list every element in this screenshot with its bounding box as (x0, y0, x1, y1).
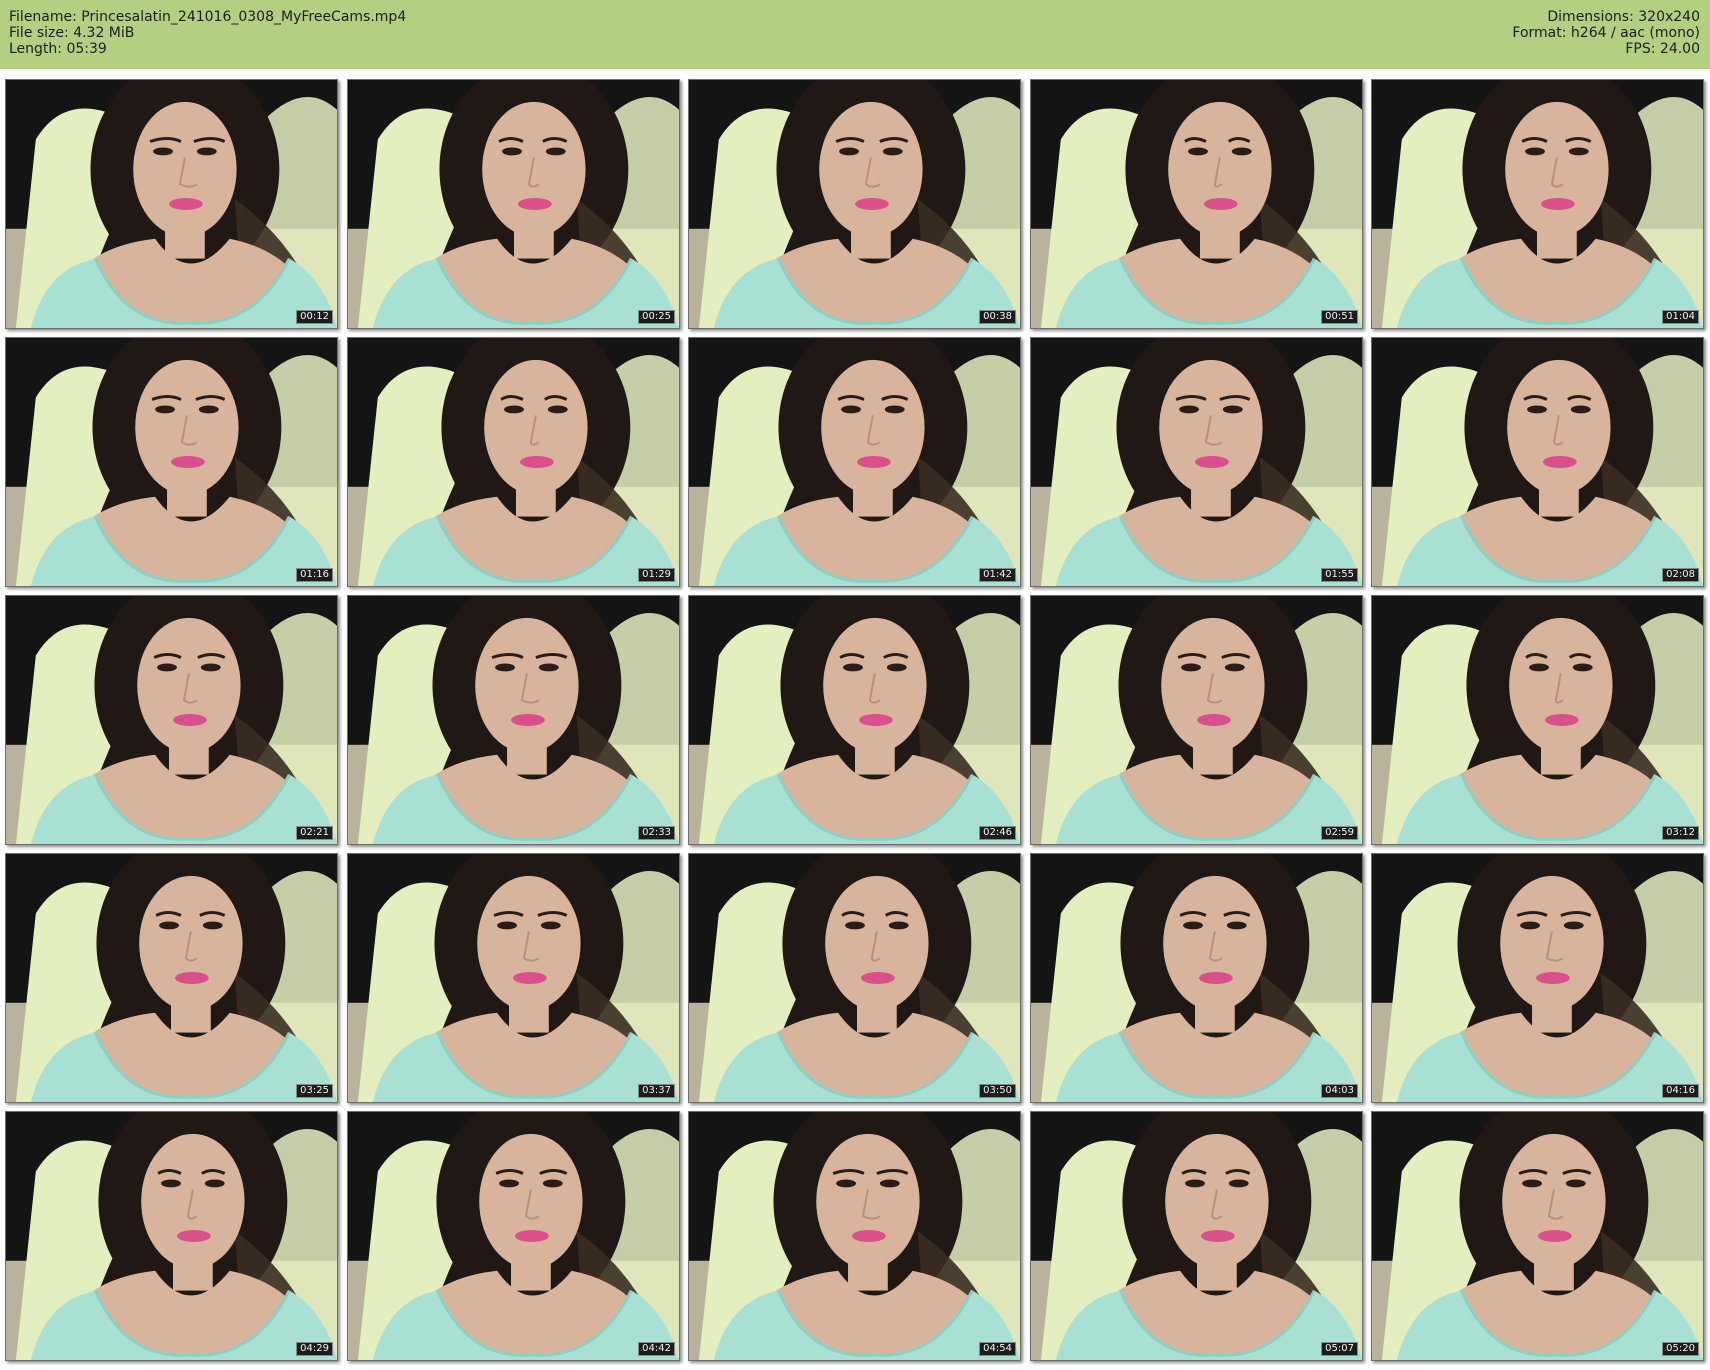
timestamp-badge: 00:51 (1321, 310, 1358, 324)
filesize-label: File size: 4.32 MiB (9, 25, 135, 41)
frame-image (1031, 854, 1362, 1102)
timestamp-badge: 01:16 (296, 568, 333, 582)
video-thumbnail: 01:42 (688, 337, 1021, 587)
video-thumbnail: 02:59 (1030, 595, 1363, 845)
frame-image (1372, 338, 1703, 586)
timestamp-badge: 04:29 (296, 1342, 333, 1356)
file-info-left: Filename: Princesalatin_241016_0308_MyFr… (9, 9, 406, 57)
frame-image (6, 596, 337, 844)
video-thumbnail: 02:46 (688, 595, 1021, 845)
timestamp-badge: 03:25 (296, 1084, 333, 1098)
video-thumbnail: 05:20 (1371, 1111, 1704, 1361)
frame-image (348, 596, 679, 844)
timestamp-badge: 05:07 (1321, 1342, 1358, 1356)
frame-image (348, 854, 679, 1102)
format-label: Format: h264 / aac (mono) (1512, 25, 1700, 41)
frame-image (348, 338, 679, 586)
video-thumbnail: 01:16 (5, 337, 338, 587)
video-thumbnail: 03:37 (347, 853, 680, 1103)
video-thumbnail: 04:03 (1030, 853, 1363, 1103)
timestamp-badge: 02:33 (638, 826, 675, 840)
video-thumbnail: 02:08 (1371, 337, 1704, 587)
frame-image (348, 1112, 679, 1360)
frame-image (1031, 596, 1362, 844)
video-thumbnail: 01:04 (1371, 79, 1704, 329)
frame-image (6, 854, 337, 1102)
frame-image (1372, 596, 1703, 844)
frame-image (6, 80, 337, 328)
frame-image (689, 80, 1020, 328)
timestamp-badge: 04:16 (1662, 1084, 1699, 1098)
timestamp-badge: 02:21 (296, 826, 333, 840)
video-thumbnail: 03:50 (688, 853, 1021, 1103)
video-thumbnail: 00:51 (1030, 79, 1363, 329)
frame-image (689, 596, 1020, 844)
timestamp-badge: 00:38 (979, 310, 1016, 324)
timestamp-badge: 03:50 (979, 1084, 1016, 1098)
video-thumbnail: 01:55 (1030, 337, 1363, 587)
fps-label: FPS: 24.00 (1625, 41, 1700, 57)
timestamp-badge: 00:25 (638, 310, 675, 324)
timestamp-badge: 04:54 (979, 1342, 1016, 1356)
timestamp-badge: 02:59 (1321, 826, 1358, 840)
frame-image (1031, 80, 1362, 328)
length-label: Length: 05:39 (9, 41, 107, 57)
frame-image (1031, 1112, 1362, 1360)
file-info-right: Dimensions: 320x240 Format: h264 / aac (… (1512, 9, 1700, 57)
info-header: Filename: Princesalatin_241016_0308_MyFr… (0, 0, 1710, 69)
dimensions-label: Dimensions: 320x240 (1547, 9, 1700, 25)
timestamp-badge: 03:12 (1662, 826, 1699, 840)
timestamp-badge: 02:46 (979, 826, 1016, 840)
frame-image (689, 1112, 1020, 1360)
timestamp-badge: 00:12 (296, 310, 333, 324)
timestamp-badge: 01:42 (979, 568, 1016, 582)
thumbnail-grid: 00:12 00:25 00:38 00:51 01:04 01:16 01:29 01:42… (5, 79, 1705, 1363)
video-thumbnail: 00:25 (347, 79, 680, 329)
video-thumbnail: 00:38 (688, 79, 1021, 329)
filename-label: Filename: Princesalatin_241016_0308_MyFr… (9, 9, 407, 25)
video-thumbnail: 05:07 (1030, 1111, 1363, 1361)
timestamp-badge: 03:37 (638, 1084, 675, 1098)
video-thumbnail: 01:29 (347, 337, 680, 587)
timestamp-badge: 02:08 (1662, 568, 1699, 582)
frame-image (348, 80, 679, 328)
timestamp-badge: 01:04 (1662, 310, 1699, 324)
frame-image (689, 338, 1020, 586)
frame-image (689, 854, 1020, 1102)
video-thumbnail: 02:21 (5, 595, 338, 845)
video-thumbnail: 04:54 (688, 1111, 1021, 1361)
video-thumbnail: 03:12 (1371, 595, 1704, 845)
frame-image (1372, 80, 1703, 328)
timestamp-badge: 04:03 (1321, 1084, 1358, 1098)
video-thumbnail: 02:33 (347, 595, 680, 845)
video-thumbnail: 04:42 (347, 1111, 680, 1361)
video-thumbnail: 04:29 (5, 1111, 338, 1361)
timestamp-badge: 01:29 (638, 568, 675, 582)
timestamp-badge: 04:42 (638, 1342, 675, 1356)
timestamp-badge: 01:55 (1321, 568, 1358, 582)
frame-image (1031, 338, 1362, 586)
frame-image (1372, 1112, 1703, 1360)
video-thumbnail: 00:12 (5, 79, 338, 329)
video-thumbnail: 03:25 (5, 853, 338, 1103)
frame-image (1372, 854, 1703, 1102)
frame-image (6, 1112, 337, 1360)
video-thumbnail: 04:16 (1371, 853, 1704, 1103)
frame-image (6, 338, 337, 586)
timestamp-badge: 05:20 (1662, 1342, 1699, 1356)
